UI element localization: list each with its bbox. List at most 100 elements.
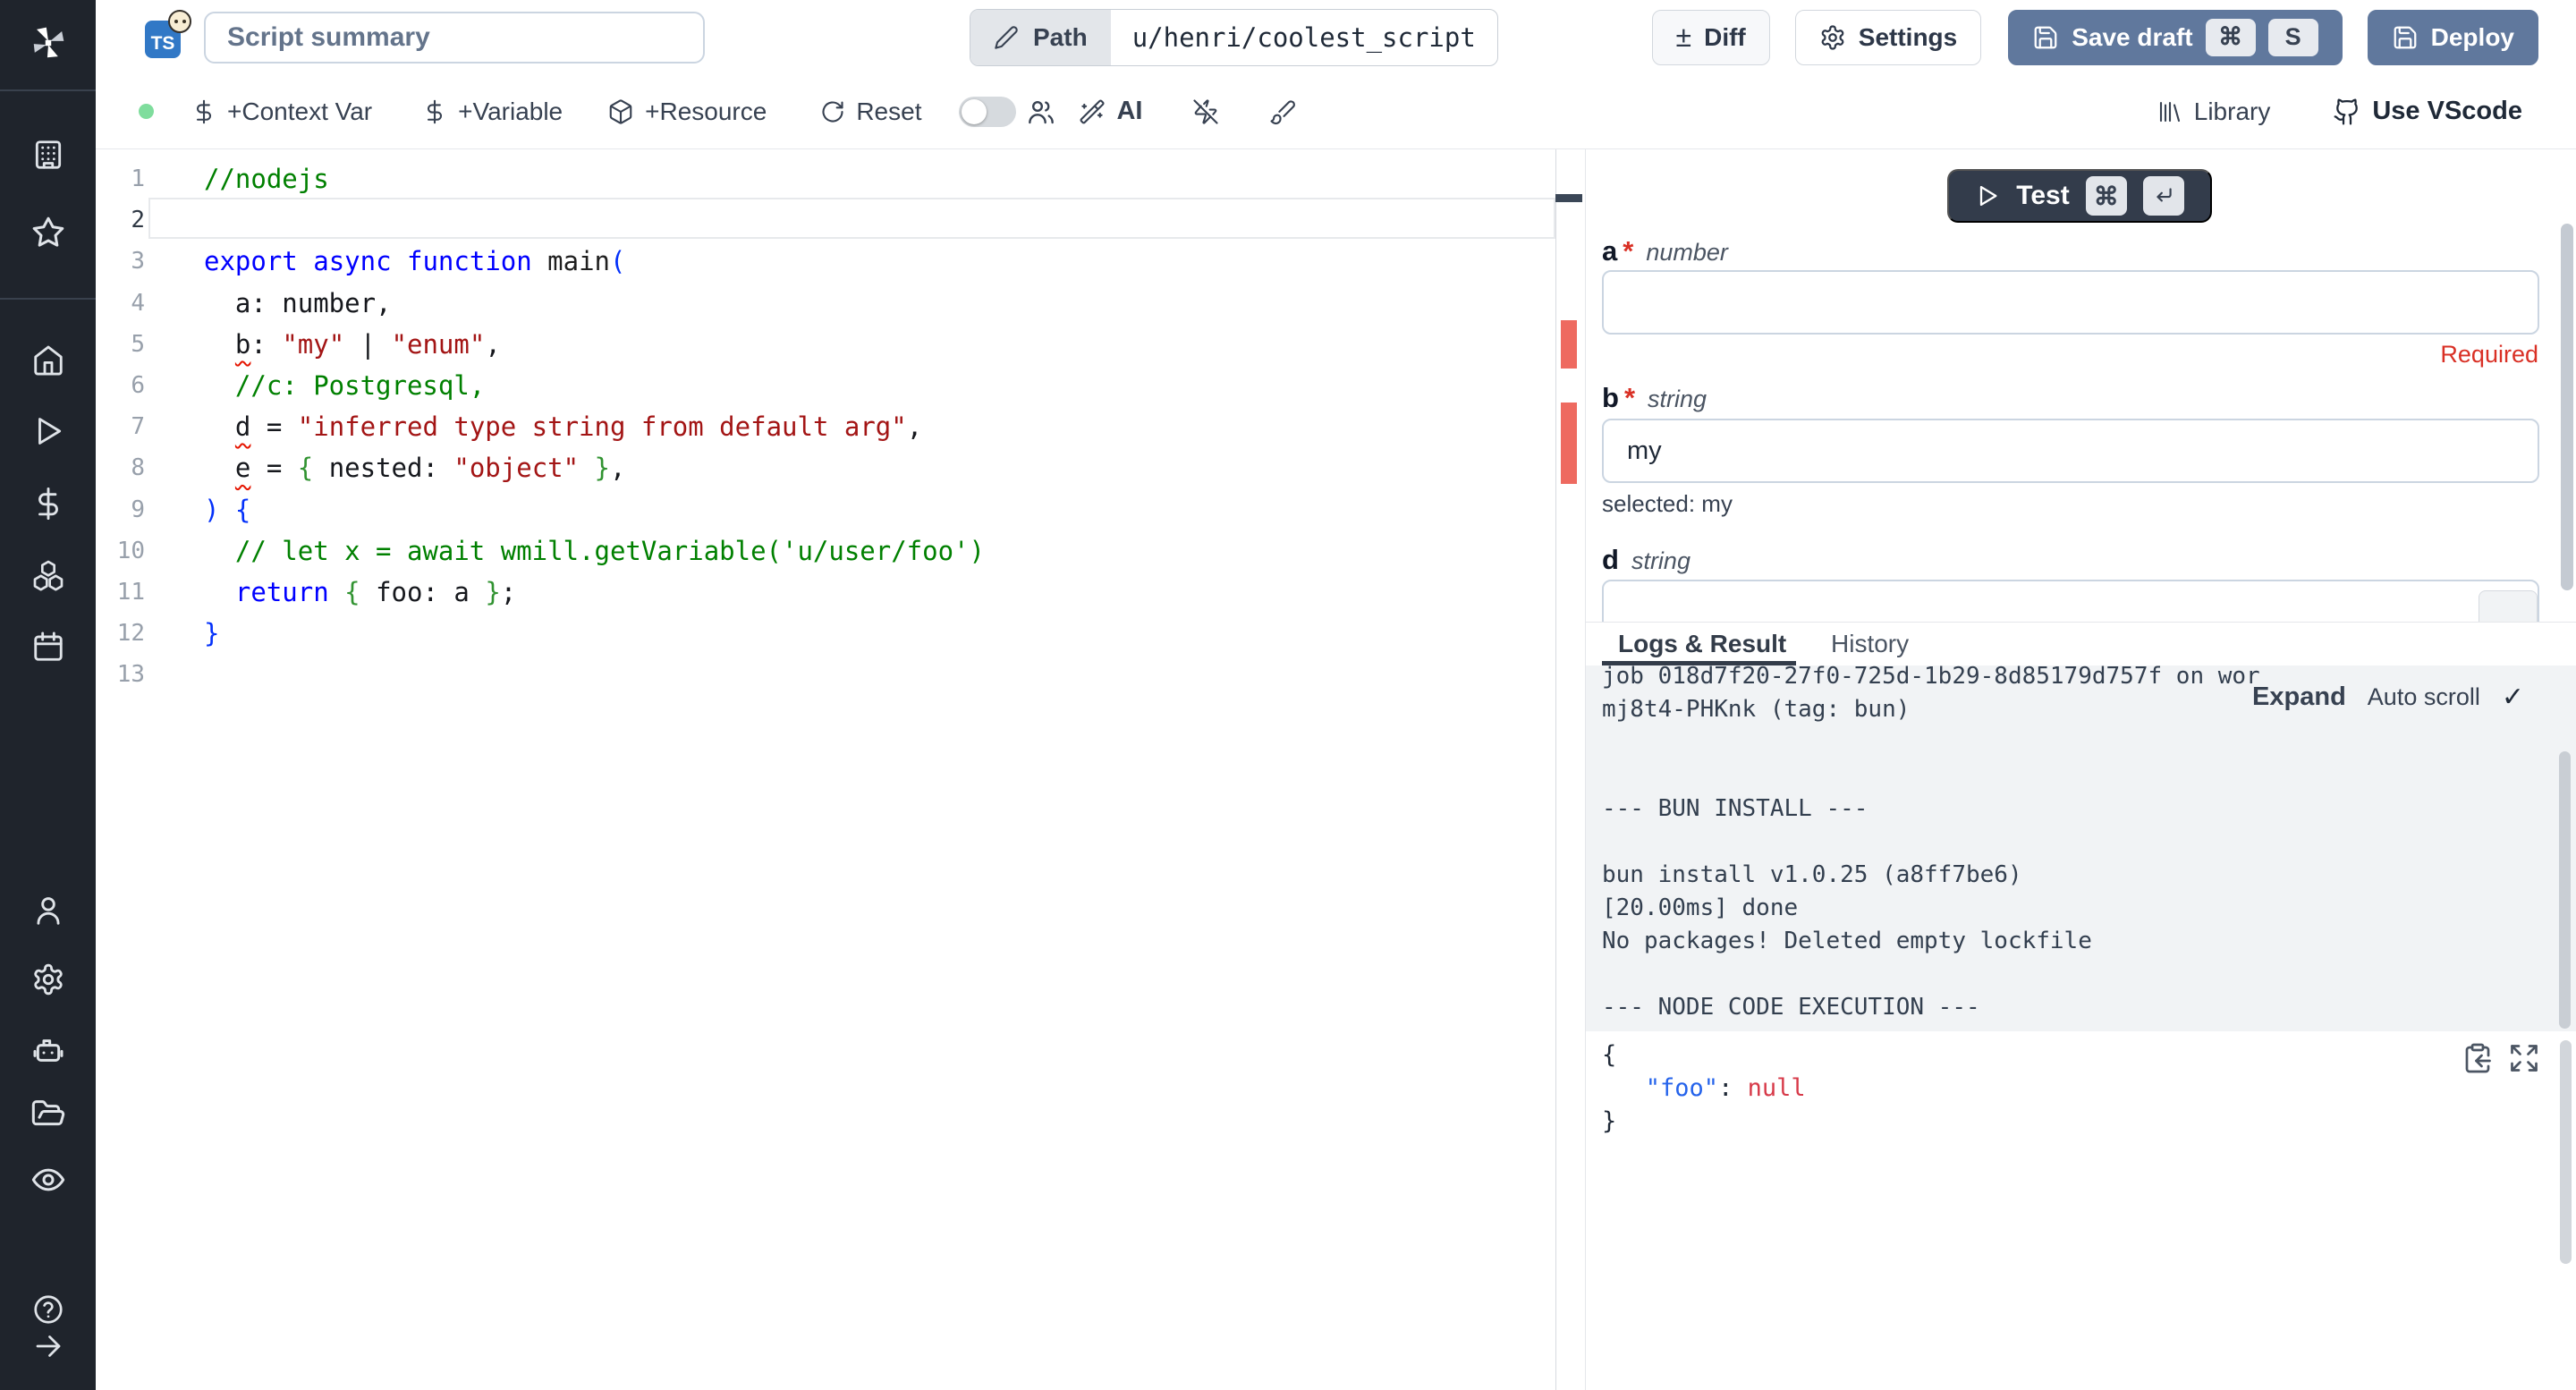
brush-icon (1269, 98, 1296, 125)
expand-result-icon[interactable] (2508, 1042, 2540, 1074)
reset-button[interactable]: Reset (820, 97, 921, 126)
tab-logs-result[interactable]: Logs & Result (1618, 630, 1786, 658)
assistant-off-button[interactable] (1192, 98, 1219, 125)
save-draft-label: Save draft (2072, 23, 2192, 52)
bun-badge-icon (168, 10, 191, 33)
diff-label: Diff (1704, 23, 1746, 52)
result-scrollbar[interactable] (2560, 1040, 2572, 1264)
field-input-b[interactable] (1602, 419, 2539, 483)
expand-button[interactable]: Expand (2252, 682, 2346, 712)
line-number: 13 (96, 654, 145, 695)
code-line: return { foo: a }; (204, 572, 516, 613)
code-line: a: number, (204, 283, 392, 324)
reset-label: Reset (856, 97, 921, 126)
test-label: Test (2016, 181, 2069, 211)
copy-clipboard-icon[interactable] (2462, 1042, 2494, 1074)
variables-dollar-icon[interactable] (0, 487, 96, 521)
add-resource-label: +Resource (645, 97, 767, 126)
line-number: 1 (96, 158, 145, 199)
field-d-plus-button[interactable] (2479, 590, 2538, 622)
collaborators-button[interactable] (1027, 97, 1055, 126)
sidebar-divider (0, 298, 96, 300)
add-variable-button[interactable]: +Variable (422, 97, 563, 126)
format-button[interactable] (1269, 98, 1296, 125)
library-icon (2157, 98, 2183, 125)
favorites-star-icon[interactable] (0, 215, 96, 250)
library-button[interactable]: Library (2157, 97, 2271, 126)
refresh-icon (820, 99, 845, 124)
field-input-d[interactable] (1602, 580, 2539, 622)
test-button[interactable]: Test ⌘ (1947, 169, 2212, 223)
diff-button[interactable]: ± Diff (1652, 10, 1770, 65)
tab-history[interactable]: History (1831, 630, 1909, 658)
dollar-icon (191, 99, 216, 124)
language-badge[interactable]: TS (145, 17, 181, 58)
add-context-var-label: +Context Var (227, 97, 372, 126)
code-editor[interactable]: 1//nodejs23export async function main(4 … (96, 149, 1585, 1390)
line-number: 2 (96, 199, 145, 241)
use-vscode-button[interactable]: Use VScode (2333, 97, 2522, 126)
field-input-a[interactable] (1602, 270, 2539, 335)
line-number: 3 (96, 241, 145, 282)
overview-ruler (1555, 149, 1556, 1390)
code-line: export async function main( (204, 241, 625, 282)
s-key-chip: S (2268, 19, 2318, 56)
save-icon (2032, 24, 2059, 51)
folders-icon[interactable] (0, 1096, 96, 1131)
path-editor[interactable]: Path u/henri/coolest_script (970, 9, 1498, 66)
path-value[interactable]: u/henri/coolest_script (1111, 10, 1497, 65)
path-button[interactable]: Path (970, 10, 1111, 65)
add-variable-label: +Variable (458, 97, 563, 126)
brace-open: { (1602, 1041, 1616, 1069)
result-value: null (1748, 1074, 1806, 1102)
log-scrollbar[interactable] (2559, 751, 2571, 1029)
wand-sparkles-icon (1079, 98, 1106, 125)
error-marker (1561, 403, 1577, 484)
schedules-calendar-icon[interactable] (0, 630, 96, 664)
add-context-var-button[interactable]: +Context Var (191, 97, 372, 126)
settings-gear-icon[interactable] (0, 962, 96, 996)
workspace-building-icon[interactable] (0, 138, 96, 172)
deploy-label: Deploy (2431, 23, 2514, 52)
script-summary-input[interactable] (204, 12, 705, 64)
settings-button[interactable]: Settings (1795, 10, 1981, 65)
plus-minus-icon: ± (1676, 21, 1692, 54)
save-draft-button[interactable]: Save draft ⌘ S (2008, 10, 2342, 65)
autoscroll-toggle[interactable]: Auto scroll (2368, 683, 2480, 711)
help-icon[interactable] (0, 1293, 96, 1326)
pencil-icon (994, 25, 1019, 50)
form-scrollbar[interactable] (2561, 224, 2573, 590)
user-icon[interactable] (0, 894, 96, 928)
code-line: //nodejs (204, 158, 329, 199)
error-marker (1561, 320, 1577, 369)
overview-cursor-marker (1555, 194, 1582, 202)
code-line: b: "my" | "enum", (204, 324, 501, 365)
result-tabs: Logs & Result History (1586, 622, 2576, 666)
runs-play-icon[interactable] (0, 414, 96, 448)
windmill-logo[interactable] (0, 20, 96, 66)
diff-mode-toggle[interactable] (959, 97, 1016, 127)
deploy-button[interactable]: Deploy (2368, 10, 2538, 65)
code-line: // let x = await wmill.getVariable('u/us… (204, 530, 985, 572)
field-d-clip (1586, 580, 2576, 622)
collapse-arrow-icon[interactable] (0, 1330, 96, 1362)
sidebar-divider (0, 89, 96, 91)
cmd-key-chip: ⌘ (2086, 176, 2127, 216)
audit-eye-icon[interactable] (0, 1162, 96, 1198)
home-icon[interactable] (0, 343, 96, 377)
save-icon (2392, 24, 2419, 51)
line-number: 11 (96, 572, 145, 613)
topbar: TS Path u/henri/coolest_script ± Diff Se… (96, 0, 2576, 74)
field-name: d (1602, 544, 1619, 576)
workers-robot-icon[interactable] (0, 1030, 96, 1066)
ai-button[interactable]: AI (1079, 97, 1142, 126)
package-icon (607, 98, 634, 125)
result-area: { "foo": null } (1586, 1031, 2576, 1390)
add-resource-button[interactable]: +Resource (607, 97, 767, 126)
code-line: ) { (204, 489, 250, 530)
result-colon: : (1718, 1074, 1748, 1102)
resources-cubes-icon[interactable] (0, 557, 96, 593)
play-icon (1975, 183, 2000, 208)
line-number: 6 (96, 365, 145, 406)
field-type: number (1646, 239, 1728, 267)
